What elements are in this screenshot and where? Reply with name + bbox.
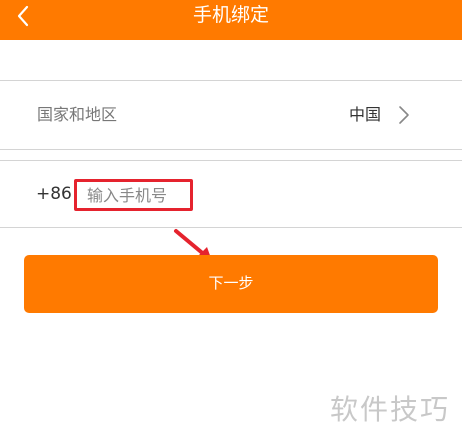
phone-input[interactable] xyxy=(77,182,190,208)
page-title: 手机绑定 xyxy=(192,4,269,26)
chevron-right-icon xyxy=(399,106,409,124)
app-header: 手机绑定 xyxy=(0,0,462,40)
region-label: 国家和地区 xyxy=(37,105,118,124)
divider xyxy=(0,227,462,228)
country-code: +86 xyxy=(36,184,72,204)
watermark: 软件技巧 xyxy=(330,393,451,426)
spacer xyxy=(0,40,462,80)
phone-row: +86 xyxy=(0,161,462,227)
region-selector[interactable]: 国家和地区 中国 xyxy=(0,81,462,149)
region-value: 中国 xyxy=(349,105,382,124)
phone-input-highlight xyxy=(74,179,193,211)
spacer xyxy=(0,150,462,160)
next-step-button[interactable]: 下一步 xyxy=(24,255,438,313)
